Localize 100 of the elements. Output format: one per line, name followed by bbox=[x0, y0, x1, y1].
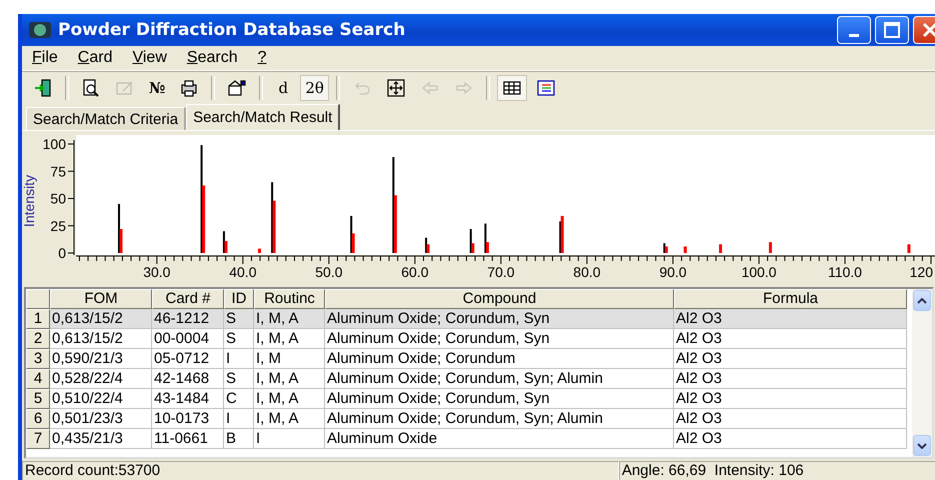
row-number[interactable]: 3 bbox=[26, 349, 50, 369]
up-chevron-icon bbox=[917, 298, 927, 304]
table-cell: Aluminum Oxide bbox=[325, 429, 674, 449]
table-cell: Al2 O3 bbox=[674, 389, 907, 409]
table-cell: I, M, A bbox=[254, 309, 325, 329]
table-cell: Al2 O3 bbox=[674, 309, 907, 329]
x-tick-label: 70.0 bbox=[487, 264, 515, 280]
tab[interactable]: Search/Match Criteria bbox=[26, 107, 186, 130]
table-cell: Al2 O3 bbox=[674, 369, 907, 389]
peak-bar bbox=[907, 244, 910, 253]
y-tick-label: 0 bbox=[58, 245, 66, 261]
scroll-down-button[interactable] bbox=[913, 435, 931, 456]
exit-door-icon bbox=[33, 78, 53, 98]
table-cell: C bbox=[224, 389, 254, 409]
row-number[interactable]: 5 bbox=[26, 389, 50, 409]
x-tick-label: 110.0 bbox=[828, 264, 862, 280]
scrollbar[interactable] bbox=[912, 289, 932, 457]
toolbar-toggle[interactable] bbox=[496, 75, 527, 101]
magnifier-page-icon bbox=[81, 78, 101, 98]
table-cell: 05-0712 bbox=[152, 349, 224, 369]
close-icon bbox=[922, 22, 935, 38]
table-cell: 43-1484 bbox=[152, 389, 224, 409]
table-cell: I, M, A bbox=[254, 389, 325, 409]
table-cell: 0,528/22/4 bbox=[50, 369, 152, 389]
x-tick-label: 30.0 bbox=[143, 264, 170, 280]
table-cell: Aluminum Oxide; Corundum, Syn bbox=[325, 309, 674, 329]
table-cell: 0,613/15/2 bbox=[50, 309, 152, 329]
row-number[interactable]: 2 bbox=[26, 329, 50, 349]
cursor-readout: Angle: 66,69 Intensity: 106 bbox=[618, 461, 935, 480]
table-cell: 42-1468 bbox=[152, 369, 224, 389]
x-tick-label: 60.0 bbox=[401, 264, 429, 280]
x-tick-label: 40.0 bbox=[229, 264, 256, 280]
table-cell: I bbox=[254, 429, 325, 449]
maximize-button[interactable] bbox=[875, 16, 909, 44]
table-cell: S bbox=[224, 329, 254, 349]
x-tick-label: 90.0 bbox=[659, 264, 687, 280]
table-cell: I bbox=[224, 349, 254, 369]
y-tick-label: 25 bbox=[50, 218, 66, 234]
table-cell: Al2 O3 bbox=[674, 409, 907, 429]
minimize-button[interactable] bbox=[837, 16, 871, 44]
row-number[interactable]: 6 bbox=[26, 409, 50, 429]
table-cell: S bbox=[224, 369, 254, 389]
peak-bar bbox=[719, 244, 722, 253]
table-cell: Aluminum Oxide; Corundum bbox=[325, 349, 674, 369]
peak-bar bbox=[684, 246, 687, 253]
column-header[interactable]: FOM bbox=[50, 289, 152, 309]
table-cell: 10-0173 bbox=[152, 409, 224, 429]
column-header[interactable]: Compound bbox=[325, 289, 674, 309]
x-tick-label: 50.0 bbox=[315, 264, 342, 280]
record-count: Record count:53700 bbox=[22, 461, 619, 480]
peak-bar bbox=[768, 242, 772, 253]
table-cell: Al2 O3 bbox=[674, 429, 907, 449]
row-number[interactable]: 1 bbox=[26, 309, 50, 329]
x-tick-label: 100.0 bbox=[741, 264, 776, 280]
table-cell: 46-1212 bbox=[152, 309, 224, 329]
table-cell: 0,501/23/3 bbox=[50, 409, 152, 429]
table-cell: I, M, A bbox=[254, 369, 325, 389]
table-cell: 00-0004 bbox=[152, 329, 224, 349]
column-header[interactable]: Formula bbox=[674, 289, 907, 309]
y-tick-label: 75 bbox=[50, 163, 66, 180]
table-cell: 0,613/15/2 bbox=[50, 329, 152, 349]
menu-item[interactable]: Search bbox=[182, 49, 248, 67]
column-header[interactable]: Routinc bbox=[254, 289, 325, 309]
toolbar-toggle[interactable]: 2θ bbox=[300, 75, 329, 101]
table-cell: B bbox=[224, 429, 254, 449]
table-cell: Aluminum Oxide; Corundum, Syn bbox=[325, 329, 674, 349]
toolbar-toggle[interactable]: d bbox=[270, 75, 296, 101]
zoom-fit-icon bbox=[386, 78, 406, 98]
y-axis-label: Intensity bbox=[22, 174, 37, 228]
row-number[interactable]: 4 bbox=[26, 369, 50, 389]
properties-icon bbox=[227, 78, 248, 98]
column-header[interactable]: ID bbox=[224, 289, 254, 309]
menu-item[interactable]: View bbox=[128, 49, 177, 67]
menu-item[interactable]: File bbox=[28, 49, 68, 67]
app-icon bbox=[28, 20, 52, 40]
table-cell: Aluminum Oxide; Corundum, Syn; Alumin bbox=[325, 369, 674, 389]
down-chevron-icon bbox=[917, 442, 927, 448]
table-cell: 0,435/21/3 bbox=[50, 429, 152, 449]
list-icon bbox=[536, 78, 556, 98]
column-header[interactable]: Card # bbox=[152, 289, 224, 309]
table-cell: I, M, A bbox=[254, 409, 325, 429]
scroll-up-button[interactable] bbox=[913, 290, 931, 311]
menu-item[interactable]: Card bbox=[74, 49, 122, 67]
minimize-icon bbox=[849, 34, 859, 37]
table-cell: I, M bbox=[254, 349, 325, 369]
y-tick-label: 100 bbox=[42, 136, 66, 152]
table-cell: I bbox=[224, 409, 254, 429]
tab[interactable]: Search/Match Result bbox=[186, 104, 340, 130]
toolbar-button[interactable]: № bbox=[144, 75, 170, 101]
x-tick-label: 120 bbox=[910, 264, 933, 280]
table-cell: Aluminum Oxide; Corundum, Syn; Alumin bbox=[325, 409, 674, 429]
table-cell: S bbox=[224, 309, 254, 329]
peak-bar bbox=[258, 248, 261, 253]
menu-item[interactable]: ? bbox=[254, 49, 276, 67]
row-number[interactable]: 7 bbox=[26, 429, 50, 449]
table-cell: 0,590/21/3 bbox=[50, 349, 152, 369]
y-tick-label: 50 bbox=[50, 190, 66, 206]
x-tick-label: 80.0 bbox=[573, 264, 601, 280]
table-cell: Al2 O3 bbox=[674, 349, 907, 369]
maximize-icon bbox=[884, 22, 900, 38]
